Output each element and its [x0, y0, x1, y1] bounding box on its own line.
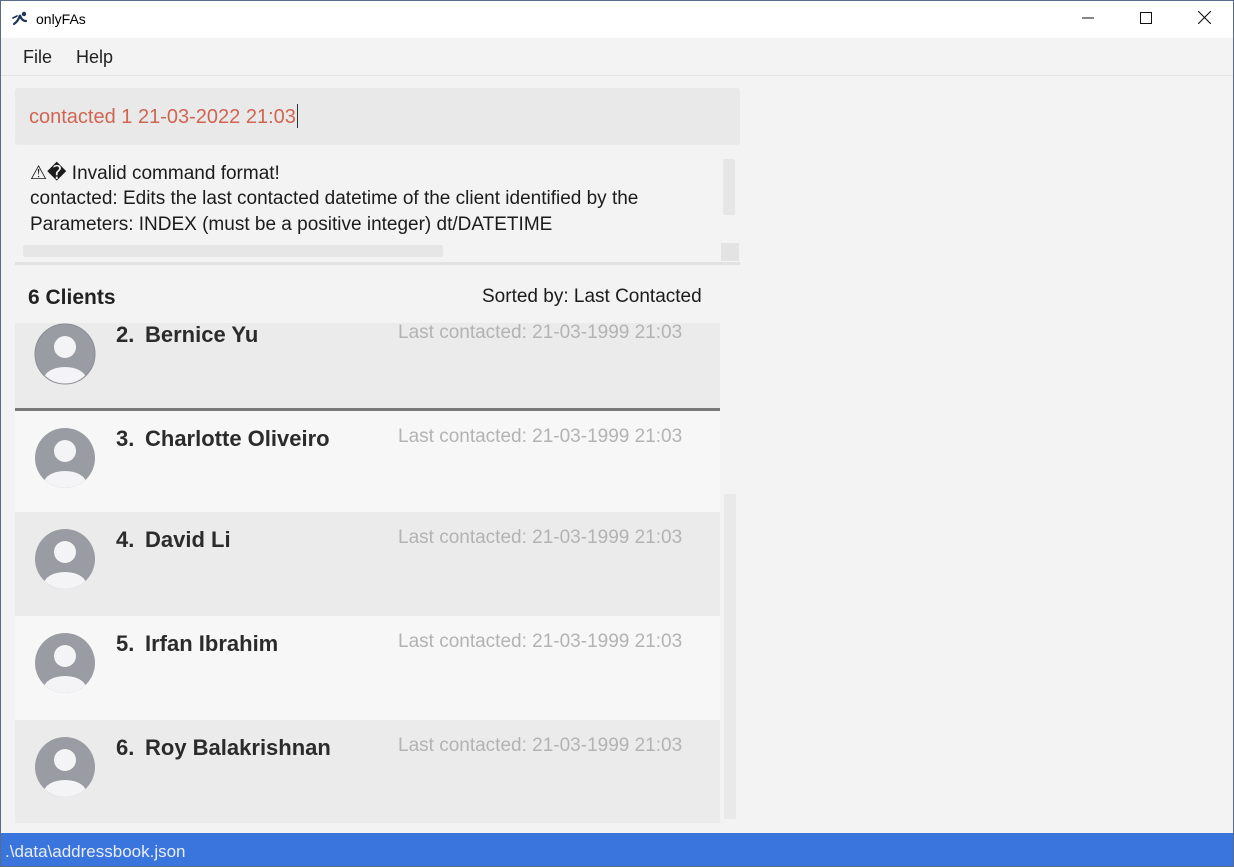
- client-card[interactable]: 3. Charlotte Oliveiro Last contacted: 21…: [15, 411, 720, 515]
- client-index: 6.: [116, 735, 135, 760]
- client-index: 5.: [116, 631, 135, 656]
- result-display[interactable]: ⚠� Invalid command format! contacted: Ed…: [15, 153, 740, 262]
- app-window: onlyFAs File Help contacted 1 21-03-2022…: [0, 0, 1234, 867]
- user-avatar-icon: [34, 528, 96, 590]
- maximize-button[interactable]: [1117, 1, 1175, 38]
- result-horizontal-scrollbar[interactable]: [23, 245, 443, 257]
- status-bar: .\data\addressbook.json: [1, 833, 1233, 866]
- client-card[interactable]: 2. Bernice Yu Last contacted: 21-03-1999…: [15, 323, 720, 411]
- panel-divider[interactable]: [15, 262, 740, 265]
- client-index: 3.: [116, 426, 135, 451]
- client-last-contacted: Last contacted: 21-03-1999 21:03: [398, 631, 683, 652]
- title-bar: onlyFAs: [1, 1, 1233, 38]
- client-last-contacted: Last contacted: 21-03-1999 21:03: [398, 527, 683, 548]
- text-caret: [296, 104, 298, 128]
- client-list-scrollbar[interactable]: [724, 494, 736, 819]
- menu-file[interactable]: File: [23, 47, 52, 68]
- client-last-contacted: Last contacted: 21-03-1999 21:03: [398, 735, 683, 756]
- app-logo-icon: [11, 10, 29, 28]
- save-location-path: .\data\addressbook.json: [5, 842, 186, 861]
- client-name: Charlotte Oliveiro: [145, 426, 330, 451]
- close-button[interactable]: [1175, 1, 1233, 38]
- client-card[interactable]: 4. David Li Last contacted: 21-03-1999 2…: [15, 512, 720, 616]
- client-index: 4.: [116, 527, 135, 552]
- close-icon: [1197, 10, 1211, 29]
- maximize-icon: [1140, 11, 1152, 29]
- sort-indicator: Sorted by: Last Contacted: [482, 286, 702, 307]
- client-name: Roy Balakrishnan: [145, 735, 331, 760]
- client-name: Bernice Yu: [145, 323, 259, 347]
- minimize-icon: [1082, 11, 1094, 29]
- user-avatar-icon: [34, 323, 96, 385]
- result-parameters-line: Parameters: INDEX (must be a positive in…: [30, 214, 553, 235]
- window-title: onlyFAs: [36, 11, 86, 27]
- result-usage-line: contacted: Edits the last contacted date…: [30, 188, 639, 209]
- client-card[interactable]: 5. Irfan Ibrahim Last contacted: 21-03-1…: [15, 616, 720, 720]
- result-error-title: ⚠� Invalid command format!: [30, 163, 280, 184]
- minimize-button[interactable]: [1059, 1, 1117, 38]
- user-avatar-icon: [34, 736, 96, 798]
- client-last-contacted: Last contacted: 21-03-1999 21:03: [398, 426, 683, 447]
- user-avatar-icon: [34, 427, 96, 489]
- client-list[interactable]: 2. Bernice Yu Last contacted: 21-03-1999…: [15, 323, 720, 823]
- scrollbar-corner: [721, 243, 739, 261]
- client-count: 6 Clients: [28, 286, 116, 309]
- menu-bar: File Help: [1, 38, 1233, 76]
- result-vertical-scrollbar[interactable]: [723, 159, 735, 215]
- client-name: Irfan Ibrahim: [145, 631, 279, 656]
- user-avatar-icon: [34, 632, 96, 694]
- menu-help[interactable]: Help: [76, 47, 113, 68]
- client-last-contacted: Last contacted: 21-03-1999 21:03: [398, 323, 683, 343]
- client-index: 2.: [116, 323, 135, 347]
- command-input[interactable]: contacted 1 21-03-2022 21:03: [15, 88, 740, 145]
- client-card[interactable]: 6. Roy Balakrishnan Last contacted: 21-0…: [15, 720, 720, 823]
- client-name: David Li: [145, 527, 231, 552]
- command-input-text: contacted 1 21-03-2022 21:03: [29, 104, 298, 128]
